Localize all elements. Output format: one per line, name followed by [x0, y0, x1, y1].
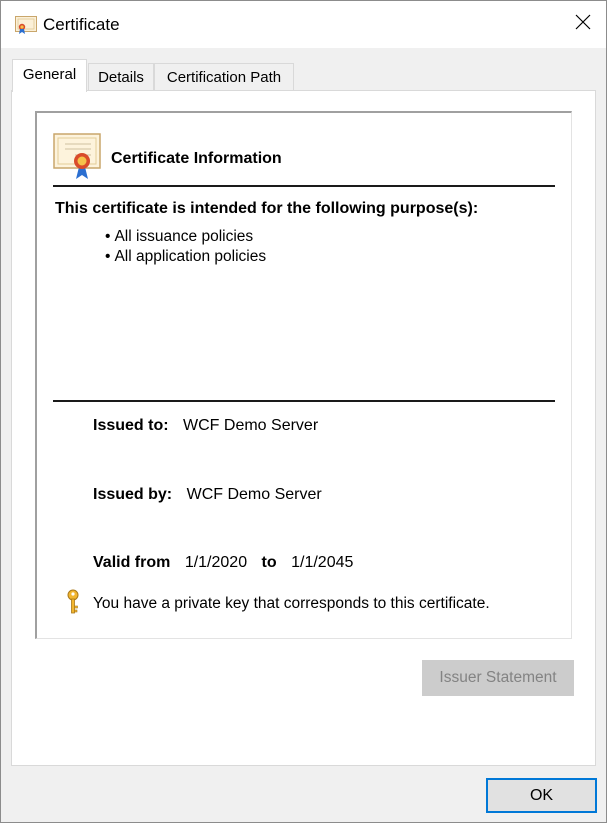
valid-to-value: 1/1/2045 [291, 554, 354, 571]
window-title: Certificate [43, 15, 120, 34]
issued-to-label: Issued to: [93, 417, 169, 434]
issuer-statement-button[interactable]: Issuer Statement [422, 660, 574, 696]
valid-from-label: Valid from [93, 554, 171, 571]
issued-by-row: Issued by: WCF Demo Server [93, 486, 322, 504]
title-bar: Certificate [1, 1, 606, 48]
list-item: All application policies [105, 247, 266, 267]
valid-to-label: to [261, 554, 277, 571]
list-item: All issuance policies [105, 227, 266, 247]
issued-to-row: Issued to: WCF Demo Server [93, 417, 318, 435]
issued-by-value: WCF Demo Server [186, 486, 322, 503]
general-tab-panel: Certificate Information This certificate… [11, 90, 596, 766]
issued-to-value: WCF Demo Server [183, 417, 319, 434]
issued-by-label: Issued by: [93, 486, 173, 503]
ok-button[interactable]: OK [486, 778, 597, 813]
divider [53, 185, 555, 187]
close-icon [575, 14, 591, 35]
tab-details[interactable]: Details [88, 63, 154, 91]
close-button[interactable] [560, 1, 606, 48]
tab-certification-path[interactable]: Certification Path [154, 63, 294, 91]
certificate-dialog: Certificate General Details Certificatio… [0, 0, 607, 823]
tab-general[interactable]: General [12, 59, 87, 92]
divider [53, 400, 555, 402]
validity-row: Valid from 1/1/2020 to 1/1/2045 [93, 554, 353, 572]
valid-from-value: 1/1/2020 [184, 554, 248, 571]
certificate-info-heading: Certificate Information [111, 150, 282, 167]
purpose-list: All issuance policies All application po… [105, 227, 266, 267]
certificate-info-box: Certificate Information This certificate… [35, 111, 572, 639]
key-icon [65, 589, 81, 615]
purpose-heading: This certificate is intended for the fol… [55, 200, 479, 217]
certificate-icon [15, 16, 37, 34]
certificate-icon [53, 133, 103, 179]
private-key-text: You have a private key that corresponds … [93, 595, 490, 612]
